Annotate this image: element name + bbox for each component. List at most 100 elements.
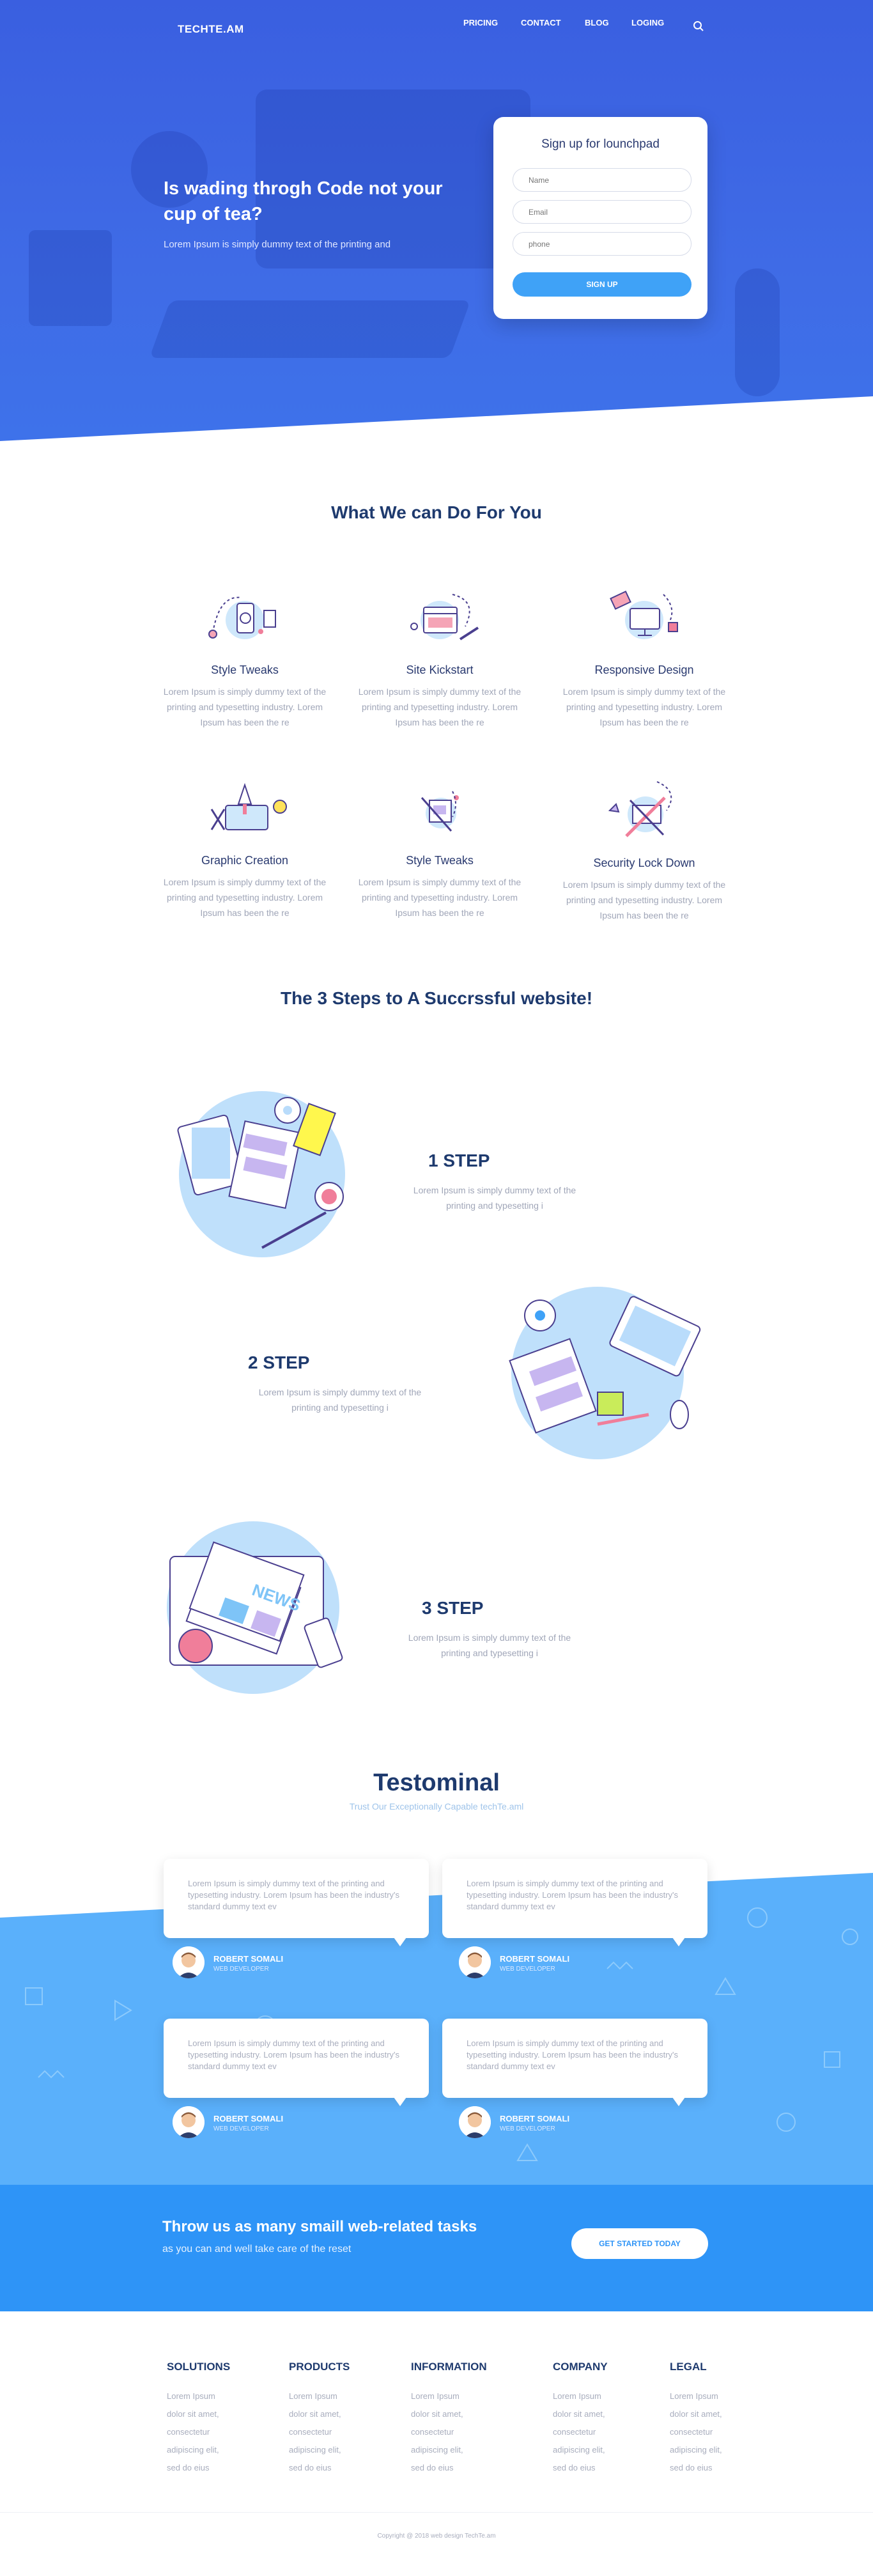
testimonial-author: ROBERT SOMALI WEB DEVELOPER — [173, 2106, 332, 2139]
footer-link[interactable]: dolor sit amet, — [167, 2405, 269, 2423]
service-text: Lorem Ipsum is simply dummy text of the … — [562, 880, 726, 920]
hero-section: TECHTE.AM PRICING CONTACT BLOG LOGING Is… — [0, 0, 873, 441]
footer-link[interactable]: sed do eius — [167, 2459, 269, 2477]
step-2-text: Lorem Ipsum is simply dummy text of the … — [258, 1387, 422, 1413]
footer-column-title: COMPANY — [553, 2361, 608, 2373]
service-text: Lorem Ipsum is simply dummy text of the … — [163, 877, 327, 918]
service-text: Lorem Ipsum is simply dummy text of the … — [358, 877, 521, 918]
author-name: ROBERT SOMALI — [213, 1954, 284, 1964]
footer-link[interactable]: adipiscing elit, — [553, 2441, 655, 2459]
step-3-illustration: NEWS — [167, 1521, 343, 1694]
steps-title: The 3 Steps to A Succrssful website! — [280, 988, 593, 1008]
footer-column-legal: LEGAL Lorem Ipsum dolor sit amet, consec… — [670, 2361, 772, 2477]
footer-link[interactable]: consectetur — [553, 2423, 655, 2441]
cta-subtitle: as you can and well take care of the res… — [162, 2244, 352, 2254]
footer-link[interactable]: sed do eius — [411, 2459, 513, 2477]
testimonial-author: ROBERT SOMALI WEB DEVELOPER — [459, 2106, 619, 2139]
pen-tablet-icon — [421, 791, 459, 832]
author-role: WEB DEVELOPER — [213, 1966, 269, 1973]
rocket-icon — [210, 782, 287, 830]
step-1-text: Lorem Ipsum is simply dummy text of the … — [413, 1185, 576, 1211]
footer-link[interactable]: adipiscing elit, — [670, 2441, 772, 2459]
step-1-title: 1 STEP — [428, 1151, 490, 1170]
card-tail — [394, 1937, 406, 1946]
testimonial-card: Lorem Ipsum is simply dummy text of the … — [442, 2019, 707, 2106]
signup-button[interactable]: SIGN UP — [513, 272, 691, 297]
service-title: Graphic Creation — [201, 854, 289, 867]
testimonial-text: Lorem Ipsum is simply dummy text of the … — [188, 2038, 400, 2071]
footer-link[interactable]: sed do eius — [289, 2459, 391, 2477]
testimonials-subtitle: Trust Our Exceptionally Capable techTe.a… — [349, 1801, 524, 1812]
tools-icon — [608, 781, 672, 837]
service-text: Lorem Ipsum is simply dummy text of the … — [163, 687, 327, 727]
copyright: Copyright @ 2018 web design TechTe.am — [377, 2533, 496, 2540]
footer-link[interactable]: dolor sit amet, — [289, 2405, 391, 2423]
testimonial-text: Lorem Ipsum is simply dummy text of the … — [467, 1879, 679, 1911]
name-field[interactable] — [513, 168, 691, 192]
author-role: WEB DEVELOPER — [500, 2125, 555, 2132]
footer-link[interactable]: sed do eius — [670, 2459, 772, 2477]
signup-title: Sign up for lounchpad — [541, 137, 660, 151]
footer-column-title: INFORMATION — [411, 2361, 487, 2373]
footer-column-title: LEGAL — [670, 2361, 707, 2373]
step-2-title: 2 STEP — [248, 1353, 310, 1372]
nav-pricing[interactable]: PRICING — [463, 18, 498, 27]
footer-link[interactable]: adipiscing elit, — [411, 2441, 513, 2459]
service-title: Style Tweaks — [406, 854, 474, 867]
footer-column-title: PRODUCTS — [289, 2361, 350, 2373]
author-name: ROBERT SOMALI — [500, 2114, 570, 2123]
card-tail — [672, 1937, 685, 1946]
testimonial-card: Lorem Ipsum is simply dummy text of the … — [164, 1859, 429, 1946]
footer-divider — [0, 2512, 873, 2513]
footer-column-solutions: SOLUTIONS Lorem Ipsum dolor sit amet, co… — [167, 2361, 269, 2477]
footer-column-products: PRODUCTS Lorem Ipsum dolor sit amet, con… — [289, 2361, 391, 2477]
mobile-icon — [208, 596, 276, 639]
monitor-icon — [610, 591, 678, 639]
service-title: Style Tweaks — [211, 663, 279, 676]
footer-link[interactable]: Lorem Ipsum — [411, 2387, 513, 2405]
nav-blog[interactable]: BLOG — [585, 18, 609, 27]
testimonial-text: Lorem Ipsum is simply dummy text of the … — [467, 2038, 679, 2071]
top-nav: TECHTE.AM PRICING CONTACT BLOG LOGING — [0, 18, 873, 37]
footer-link[interactable]: Lorem Ipsum — [670, 2387, 772, 2405]
avatar — [459, 2106, 491, 2138]
decorative-shapes — [25, 1907, 858, 2161]
get-started-button[interactable]: GET STARTED TODAY — [571, 2228, 708, 2259]
nav-contact[interactable]: CONTACT — [521, 18, 561, 27]
search-icon[interactable] — [693, 20, 704, 32]
footer-link[interactable]: sed do eius — [553, 2459, 655, 2477]
card-tail — [672, 2097, 685, 2106]
footer-link[interactable]: dolor sit amet, — [670, 2405, 772, 2423]
cta-title: Throw us as many smaill web-related task… — [162, 2218, 477, 2235]
footer-column-information: INFORMATION Lorem Ipsum dolor sit amet, … — [411, 2361, 513, 2477]
footer-link[interactable]: Lorem Ipsum — [553, 2387, 655, 2405]
footer-column-company: COMPANY Lorem Ipsum dolor sit amet, cons… — [553, 2361, 655, 2477]
footer-link[interactable]: dolor sit amet, — [553, 2405, 655, 2423]
testimonials-background — [0, 1873, 873, 2186]
author-role: WEB DEVELOPER — [500, 1966, 555, 1973]
footer-link[interactable]: adipiscing elit, — [167, 2441, 269, 2459]
nav-loging[interactable]: LOGING — [631, 18, 664, 27]
service-text: Lorem Ipsum is simply dummy text of the … — [562, 687, 726, 727]
signup-card: Sign up for lounchpad SIGN UP — [493, 117, 707, 319]
footer-link[interactable]: consectetur — [411, 2423, 513, 2441]
phone-field[interactable] — [513, 232, 691, 256]
logo[interactable]: TECHTE.AM — [178, 23, 244, 36]
footer-link[interactable]: Lorem Ipsum — [167, 2387, 269, 2405]
footer-link[interactable]: consectetur — [670, 2423, 772, 2441]
footer-link[interactable]: Lorem Ipsum — [289, 2387, 391, 2405]
footer-link[interactable]: consectetur — [167, 2423, 269, 2441]
cta-banner: Throw us as many smaill web-related task… — [0, 2185, 873, 2311]
step-1-illustration — [177, 1091, 345, 1257]
footer-link[interactable]: adipiscing elit, — [289, 2441, 391, 2459]
testimonial-author: ROBERT SOMALI WEB DEVELOPER — [173, 1946, 332, 1980]
footer-link[interactable]: consectetur — [289, 2423, 391, 2441]
email-field[interactable] — [513, 200, 691, 224]
service-text: Lorem Ipsum is simply dummy text of the … — [358, 687, 521, 727]
footer-link[interactable]: dolor sit amet, — [411, 2405, 513, 2423]
step-3-title: 3 STEP — [422, 1598, 484, 1618]
hero-title: Is wading throgh Code not your cup of te… — [164, 178, 443, 224]
service-title: Security Lock Down — [593, 857, 695, 869]
step-3-text: Lorem Ipsum is simply dummy text of the … — [408, 1633, 571, 1658]
author-name: ROBERT SOMALI — [213, 2114, 284, 2123]
